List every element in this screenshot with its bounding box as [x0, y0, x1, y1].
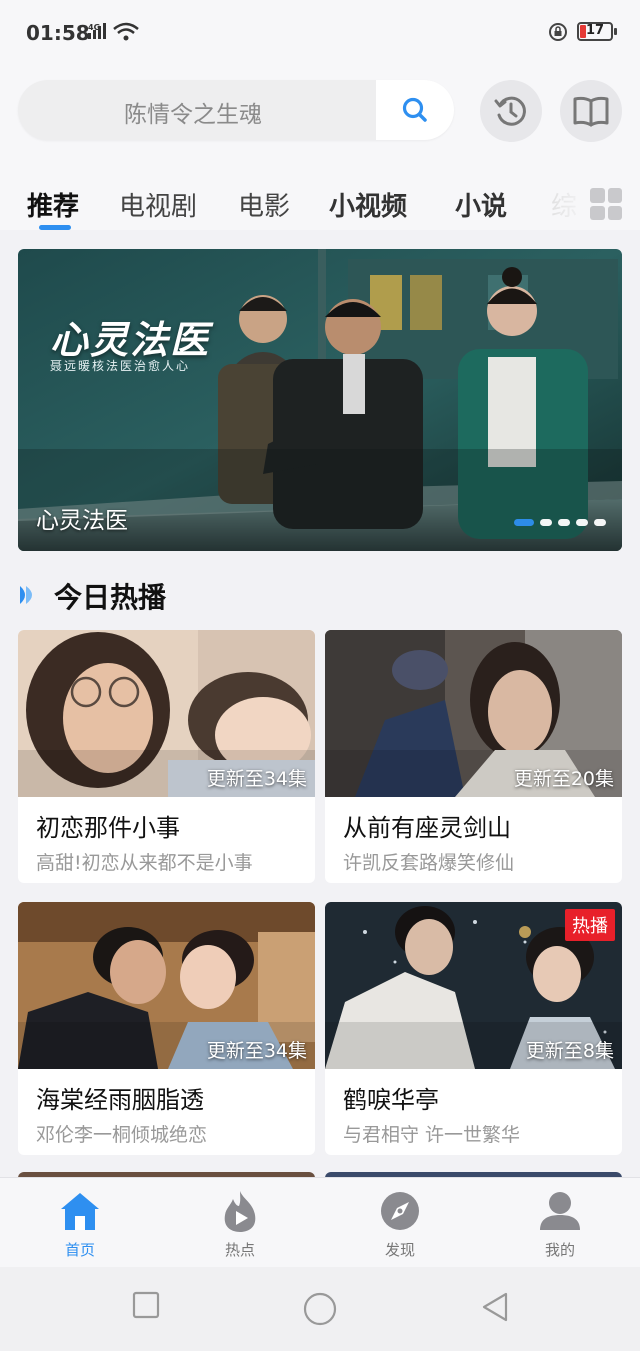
banner-poster-title: 心灵法医: [50, 318, 211, 362]
episode-update-label: 更新至20集: [513, 768, 614, 790]
battery-level: 17: [585, 23, 605, 38]
nav-label: 发现: [384, 1241, 415, 1259]
flame-play-icon: [217, 1188, 263, 1234]
tab-active-indicator: [39, 225, 71, 230]
rotation-lock-icon: [548, 22, 570, 46]
carousel-indicator: [514, 519, 606, 526]
home-circle-icon[interactable]: [302, 1291, 338, 1327]
hot-badge: 热播: [565, 909, 615, 941]
header: 陈情令之生魂 推荐 电视剧 电影 小视频 小说 综: [0, 62, 640, 230]
carousel-dot[interactable]: [540, 519, 552, 526]
recent-apps-icon[interactable]: [132, 1291, 160, 1319]
video-card[interactable]: 更新至34集 初恋那件小事 高甜!初恋从来都不是小事: [18, 630, 315, 883]
video-card[interactable]: 更新至34集 海棠经雨胭脂透 邓伦李一桐倾城绝恋: [18, 902, 315, 1155]
home-icon: [57, 1188, 103, 1234]
episode-update-label: 更新至34集: [206, 1040, 307, 1062]
search-input[interactable]: 陈情令之生魂: [124, 95, 262, 129]
compass-icon: [377, 1188, 423, 1234]
nav-label: 热点: [224, 1241, 255, 1259]
video-description: 邓伦李一桐倾城绝恋: [36, 1124, 208, 1146]
episode-update-label: 更新至34集: [206, 768, 307, 790]
video-card[interactable]: 热播 更新至8集 鹤唳华亭 与君相守 许一世繁华: [325, 902, 622, 1155]
video-description: 许凯反套路爆笑修仙: [343, 852, 515, 874]
video-description: 与君相守 许一世繁华: [343, 1124, 521, 1146]
nav-me[interactable]: 我的: [480, 1178, 640, 1268]
section-marker-icon: [20, 586, 32, 604]
banner-caption: 心灵法医: [36, 508, 128, 534]
search-icon: [402, 97, 427, 122]
nav-home[interactable]: 首页: [0, 1178, 160, 1268]
tab-short-video[interactable]: 小视频: [329, 186, 407, 223]
video-card[interactable]: 更新至20集 从前有座灵剑山 许凯反套路爆笑修仙: [325, 630, 622, 883]
user-icon: [537, 1188, 583, 1234]
tab-novel[interactable]: 小说: [455, 186, 507, 223]
video-title: 初恋那件小事: [36, 814, 180, 842]
status-bar: 01:58 4G 17: [0, 0, 640, 62]
carousel-dot[interactable]: [558, 519, 570, 526]
nav-hot[interactable]: 热点: [160, 1178, 320, 1268]
history-icon: [494, 96, 526, 126]
nav-label: 我的: [544, 1241, 575, 1259]
video-description: 高甜!初恋从来都不是小事: [36, 852, 253, 874]
carousel-dot[interactable]: [576, 519, 588, 526]
bottom-navigation: 首页 热点 发现 我的: [0, 1177, 640, 1267]
back-icon[interactable]: [480, 1291, 510, 1323]
battery-icon: 17: [577, 22, 617, 41]
video-title: 从前有座灵剑山: [343, 814, 511, 842]
open-book-icon: [573, 96, 609, 127]
search-bar[interactable]: 陈情令之生魂: [18, 80, 454, 140]
tab-recommend[interactable]: 推荐: [27, 186, 79, 223]
nav-label: 首页: [64, 1241, 95, 1259]
search-button[interactable]: [376, 80, 454, 140]
history-button[interactable]: [480, 80, 542, 142]
tab-tv-series[interactable]: 电视剧: [119, 186, 197, 223]
video-title: 鹤唳华亭: [343, 1086, 439, 1114]
status-time: 01:58: [26, 21, 90, 45]
tab-movie[interactable]: 电影: [238, 186, 290, 223]
banner-carousel[interactable]: 心灵法医 聂远暖核法医治愈人心 心灵法医: [18, 249, 622, 551]
signal-wifi-icon: 4G: [88, 22, 140, 46]
carousel-dot[interactable]: [514, 519, 534, 526]
category-tabs: 推荐 电视剧 电影 小视频 小说 综: [0, 182, 640, 230]
carousel-dot[interactable]: [594, 519, 606, 526]
banner-poster-subtitle: 聂远暖核法医治愈人心: [50, 359, 191, 373]
system-navigation-bar: [0, 1267, 640, 1351]
bookshelf-button[interactable]: [560, 80, 622, 142]
channel-grid-icon[interactable]: [590, 188, 622, 220]
section-title: 今日热播: [54, 581, 167, 614]
nav-discover[interactable]: 发现: [320, 1178, 480, 1268]
episode-update-label: 更新至8集: [525, 1040, 614, 1062]
video-title: 海棠经雨胭脂透: [36, 1086, 204, 1114]
